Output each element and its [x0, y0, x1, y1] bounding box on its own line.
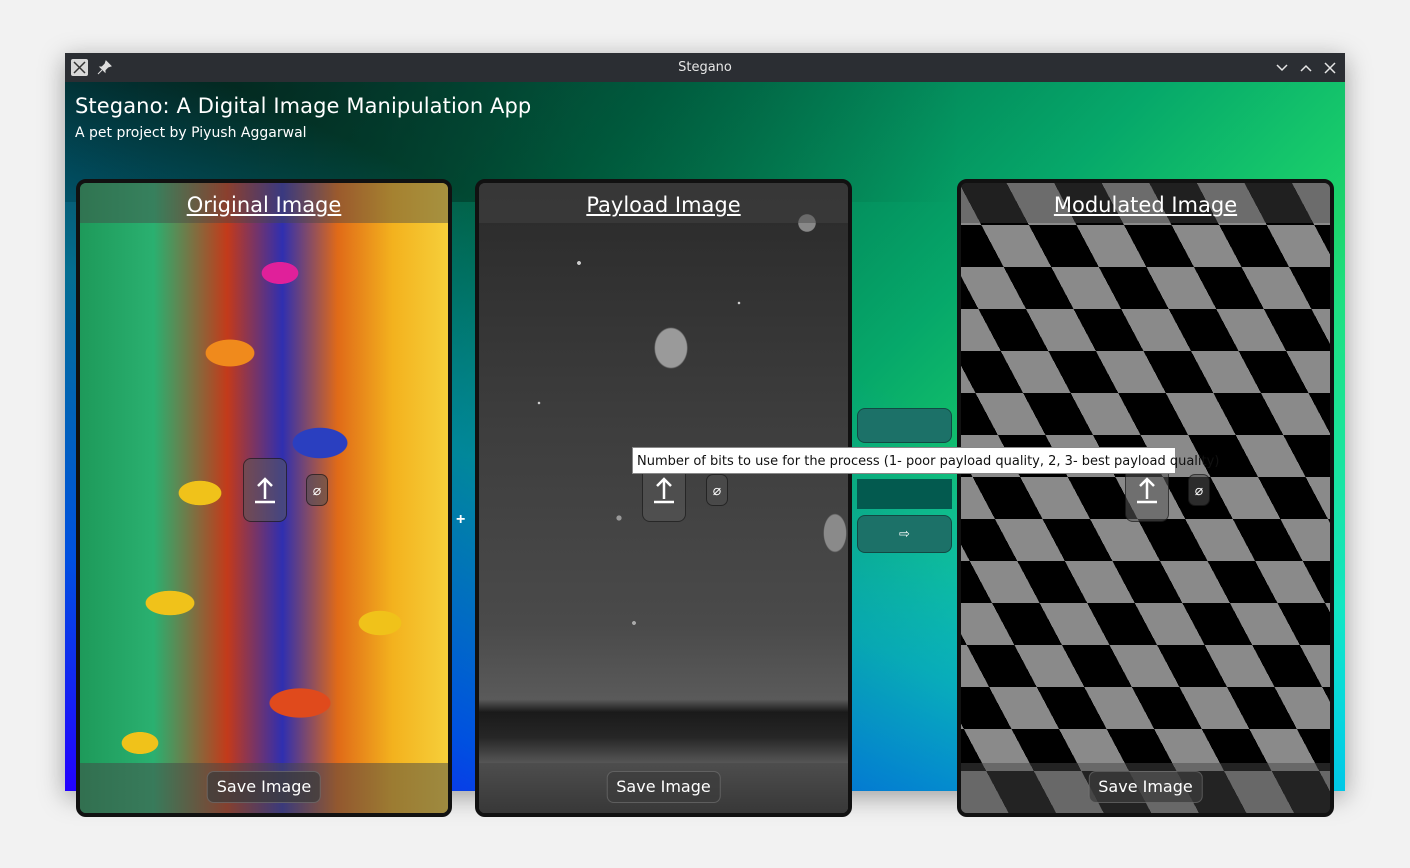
maximize-button[interactable] — [1296, 58, 1316, 78]
original-clear-button[interactable]: ⌀ — [306, 474, 328, 506]
chevron-down-icon — [1276, 64, 1288, 72]
close-button[interactable] — [1320, 58, 1340, 78]
modulated-image-panel: Modulated Image ⌀ Save Image — [957, 179, 1334, 817]
window-title: Stegano — [678, 60, 732, 75]
app-window: Stegano Stegano: A Digital Image Manipul… — [65, 53, 1345, 817]
bits-tooltip: Number of bits to use for the process (1… — [632, 447, 1219, 474]
modulated-image-title: Modulated Image — [961, 183, 1330, 223]
process-button[interactable] — [857, 408, 952, 443]
titlebar: Stegano — [65, 53, 1345, 82]
original-upload-button[interactable] — [243, 458, 287, 522]
payload-save-button[interactable]: Save Image — [606, 771, 721, 803]
payload-clear-button[interactable]: ⌀ — [706, 474, 728, 506]
payload-image-title: Payload Image — [479, 183, 848, 223]
modulated-save-button[interactable]: Save Image — [1088, 771, 1203, 803]
chevron-up-icon — [1300, 64, 1312, 72]
close-icon — [1324, 62, 1336, 74]
app-subtitle: A pet project by Piyush Aggarwal — [75, 125, 307, 141]
upload-icon — [654, 477, 674, 504]
payload-image-panel: Payload Image ⌀ Save Image — [475, 179, 852, 817]
minimize-button[interactable] — [1272, 58, 1292, 78]
original-image-title: Original Image — [80, 183, 448, 223]
original-save-button[interactable]: Save Image — [206, 771, 322, 803]
app-title: Stegano: A Digital Image Manipulation Ap… — [75, 94, 532, 118]
upload-icon — [255, 477, 275, 504]
main-content: Stegano: A Digital Image Manipulation Ap… — [65, 82, 1345, 817]
original-image-panel: Original Image ⌀ Save Image — [76, 179, 452, 817]
header: Stegano: A Digital Image Manipulation Ap… — [75, 94, 531, 141]
plus-sign: + — [456, 511, 466, 528]
upload-icon — [1137, 477, 1157, 504]
modulated-clear-button[interactable]: ⌀ — [1188, 474, 1210, 506]
apply-button[interactable]: ⇨ — [857, 515, 952, 553]
bits-input[interactable] — [857, 479, 952, 509]
